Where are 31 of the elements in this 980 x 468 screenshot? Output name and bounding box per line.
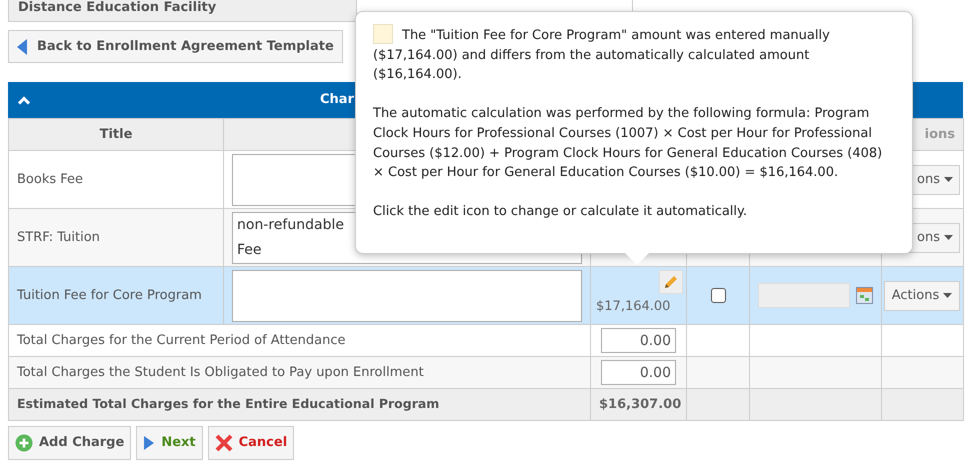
plus-icon [15,434,33,452]
amount-field[interactable]: 0.00 [601,360,676,385]
play-icon [143,435,156,451]
description-field[interactable] [232,270,582,322]
caret-icon [943,293,952,298]
tooltip-text: The "Tuition Fee for Core Program" amount was entered manually ($17,164.00) and differs from the automatically calculated amount ($16,164.00). [373,24,895,85]
back-arrow-icon [17,38,27,54]
add-button[interactable]: Add Charge [8,426,132,460]
tooltip-text: Click the edit icon to change or calculate it automatically. [373,203,748,222]
pencil-icon [663,274,679,290]
column-header: ions [924,127,955,142]
date-field[interactable] [758,283,850,308]
caret-icon [944,235,953,240]
tooltip-text: The automatic calculation was performed by the following formula: Program Clock Hours for Professional Courses (1007) × Cost per Hour for Professional Courses ($12.00) + Program Clock Hours for General Education Courses (408) × Cost per Hour for General Education Courses ($10.00) = $16,164.00. [373,105,884,182]
facility-label: Distance Education Facility [8,0,357,22]
total-amount: $16,307.00 [599,397,682,412]
color-swatch [373,24,393,44]
edit-button[interactable] [659,270,683,294]
actions-button[interactable]: Actions [884,280,960,310]
amount-text: $17,164.00 [596,298,670,316]
table-cell: Estimated Total Charges for the Entire Educational Program [8,388,590,420]
amount-field[interactable]: 0.00 [601,328,676,353]
checkbox[interactable] [710,288,726,303]
back-button[interactable]: Back to Enrollment Agreement Template [8,30,343,63]
calendar-icon[interactable] [856,287,873,304]
cancel-button[interactable]: Cancel [208,426,294,460]
close-icon [214,434,233,452]
section-title: Char [320,91,354,110]
caret-icon [944,177,953,182]
next-button[interactable]: Next [136,426,203,460]
column-header: Title [8,118,224,150]
